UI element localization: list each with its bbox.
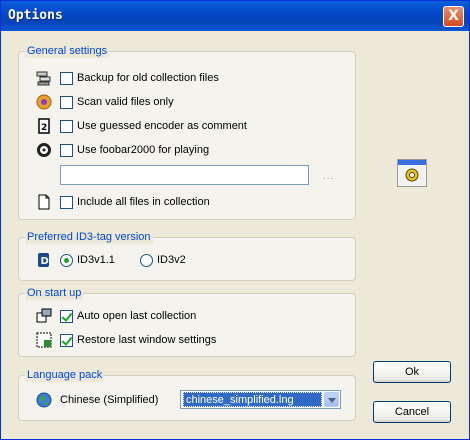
- language-name: Chinese (Simplified): [60, 394, 159, 406]
- cancel-button[interactable]: Cancel: [373, 401, 451, 423]
- restore-window-option[interactable]: Restore last window settings: [60, 331, 216, 349]
- id3-tag-icon: D: [38, 253, 49, 267]
- settings-button[interactable]: [397, 159, 427, 187]
- svg-text:D: D: [41, 256, 49, 267]
- options-dialog: Options X General settings Backup for ol…: [0, 0, 470, 440]
- use-foobar-option[interactable]: Use foobar2000 for playing: [60, 141, 209, 159]
- include-all-label: Include all files in collection: [77, 196, 210, 208]
- general-settings-legend: General settings: [25, 44, 110, 58]
- startup-legend: On start up: [25, 286, 84, 300]
- backup-checkbox[interactable]: [60, 71, 73, 85]
- use-foobar-checkbox[interactable]: [60, 143, 73, 157]
- backup-option[interactable]: Backup for old collection files: [60, 69, 219, 87]
- settings-gear-icon: [398, 160, 426, 182]
- id3v11-option[interactable]: ID3v1.1: [60, 251, 115, 269]
- language-file-select[interactable]: chinese_simplified.lng: [180, 390, 341, 409]
- id3v11-label: ID3v1.1: [77, 254, 115, 266]
- id3v2-label: ID3v2: [157, 254, 186, 266]
- restore-window-checkbox[interactable]: [60, 333, 73, 347]
- encoder-icon: 2: [38, 118, 50, 134]
- backup-icon: [36, 71, 51, 86]
- svg-text:2: 2: [41, 123, 47, 133]
- guessed-encoder-option[interactable]: Use guessed encoder as comment: [60, 117, 247, 135]
- id3v2-option[interactable]: ID3v2: [140, 251, 186, 269]
- include-all-checkbox[interactable]: [60, 195, 73, 209]
- close-button[interactable]: X: [443, 6, 464, 27]
- foobar-icon: [37, 143, 51, 157]
- language-pack-legend: Language pack: [25, 368, 105, 382]
- ok-button[interactable]: Ok: [373, 361, 451, 383]
- id3v2-radio[interactable]: [140, 253, 153, 267]
- scan-valid-checkbox[interactable]: [60, 95, 73, 109]
- globe-icon: [36, 392, 52, 408]
- foobar-path-input[interactable]: [60, 165, 309, 185]
- include-all-option[interactable]: Include all files in collection: [60, 193, 210, 211]
- dropdown-arrow-icon[interactable]: [324, 392, 339, 407]
- scan-valid-label: Scan valid files only: [77, 96, 174, 108]
- auto-open-label: Auto open last collection: [77, 310, 197, 322]
- open-collection-icon: [36, 308, 52, 323]
- restore-window-label: Restore last window settings: [77, 334, 217, 346]
- scan-valid-option[interactable]: Scan valid files only: [60, 93, 174, 111]
- language-file-value: chinese_simplified.lng: [183, 392, 322, 407]
- auto-open-checkbox[interactable]: [60, 309, 73, 323]
- window-title: Options: [8, 8, 63, 23]
- auto-open-option[interactable]: Auto open last collection: [60, 307, 196, 325]
- window-settings-icon: [36, 332, 52, 348]
- guessed-encoder-label: Use guessed encoder as comment: [77, 120, 247, 132]
- title-bar[interactable]: Options X: [1, 1, 469, 31]
- id3v11-radio[interactable]: [60, 253, 73, 267]
- music-file-icon: [36, 94, 52, 110]
- document-icon: [38, 194, 50, 210]
- guessed-encoder-checkbox[interactable]: [60, 119, 73, 133]
- backup-label: Backup for old collection files: [77, 72, 219, 84]
- use-foobar-label: Use foobar2000 for playing: [77, 144, 210, 156]
- id3-version-legend: Preferred ID3-tag version: [25, 230, 153, 244]
- browse-button[interactable]: ...: [323, 171, 334, 182]
